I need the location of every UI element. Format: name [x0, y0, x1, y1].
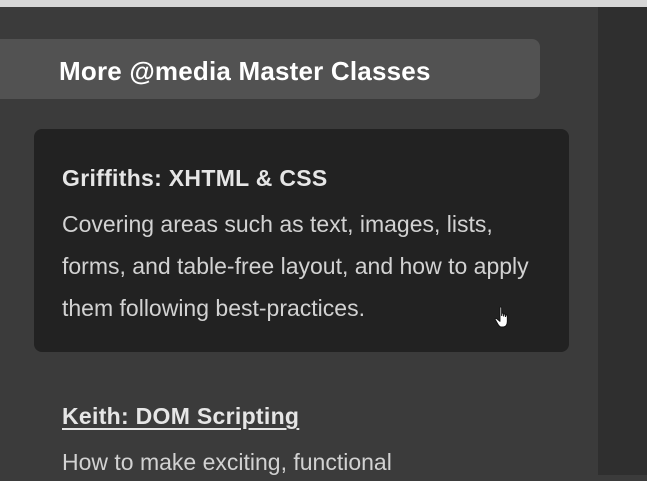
section-heading: More @media Master Classes	[59, 56, 431, 86]
class-title-link[interactable]: Griffiths: XHTML & CSS	[62, 165, 328, 192]
class-description: Covering areas such as text, images, lis…	[62, 211, 529, 321]
content-column	[598, 7, 647, 475]
section-header: More @media Master Classes	[0, 39, 540, 99]
class-description: How to make exciting, functional	[62, 449, 392, 475]
sidebar-panel: More @media Master Classes Griffiths: XH…	[0, 7, 598, 475]
list-item-hovered[interactable]: Griffiths: XHTML & CSS Covering areas su…	[34, 129, 569, 352]
top-border	[0, 0, 647, 7]
hand-pointer-icon	[494, 306, 508, 328]
class-title-link[interactable]: Keith: DOM Scripting	[62, 403, 299, 430]
